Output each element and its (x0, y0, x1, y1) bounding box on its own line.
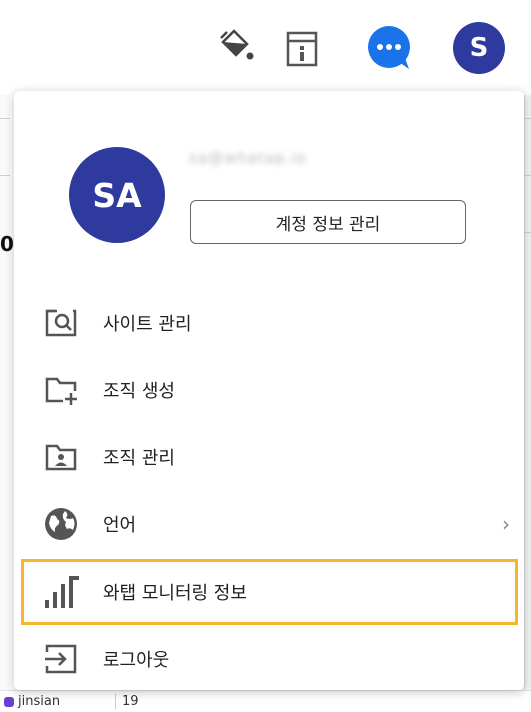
manage-account-button[interactable]: 계정 정보 관리 (190, 200, 466, 244)
menu-item-whatap-monitoring-info[interactable]: 와탭 모니터링 정보 (21, 559, 518, 625)
background-divider (0, 118, 10, 119)
menu-item-label: 조직 생성 (103, 381, 175, 402)
background-row: jinsian 19 (0, 690, 531, 712)
project-icon (4, 697, 14, 707)
background-digit: 0 (0, 232, 14, 256)
menu-item-label: 언어 (103, 515, 137, 536)
menu-item-create-organization[interactable]: 조직 생성 (14, 360, 524, 420)
globe-icon (41, 504, 81, 544)
chevron-right-icon: › (502, 512, 510, 536)
menu-item-label: 와탭 모니터링 정보 (103, 583, 247, 604)
site-search-icon (41, 303, 81, 343)
background-divider (524, 175, 531, 176)
menu-item-label: 로그아웃 (103, 650, 170, 671)
background-divider (524, 118, 531, 119)
menu-item-label: 사이트 관리 (103, 314, 192, 335)
top-toolbar: S (0, 0, 531, 95)
folder-add-icon (41, 370, 81, 410)
notice-board-icon[interactable] (276, 22, 328, 74)
folder-person-icon (41, 437, 81, 477)
background-page-right (524, 95, 531, 711)
menu-item-logout[interactable]: 로그아웃 (14, 629, 524, 689)
logout-icon (41, 639, 81, 679)
chat-icon[interactable] (363, 22, 415, 74)
background-divider (0, 175, 10, 176)
menu-item-manage-organization[interactable]: 조직 관리 (14, 427, 524, 487)
user-avatar-button[interactable]: S (453, 22, 505, 74)
menu-item-site-management[interactable]: 사이트 관리 (14, 293, 524, 353)
account-dropdown-menu: SA sa@whatap.io 계정 정보 관리 사이트 관리 조직 생성 조직… (14, 91, 524, 690)
bar-chart-icon (41, 572, 81, 612)
background-row-text: jinsian (18, 694, 61, 709)
background-page-left (0, 95, 10, 711)
paint-bucket-icon[interactable] (210, 22, 262, 74)
menu-item-language[interactable]: 언어 › (14, 494, 524, 554)
background-row-number: 19 (115, 694, 139, 709)
account-avatar: SA (69, 147, 165, 243)
account-email: sa@whatap.io (189, 149, 307, 167)
menu-item-label: 조직 관리 (103, 448, 175, 469)
background-divider (524, 232, 531, 233)
